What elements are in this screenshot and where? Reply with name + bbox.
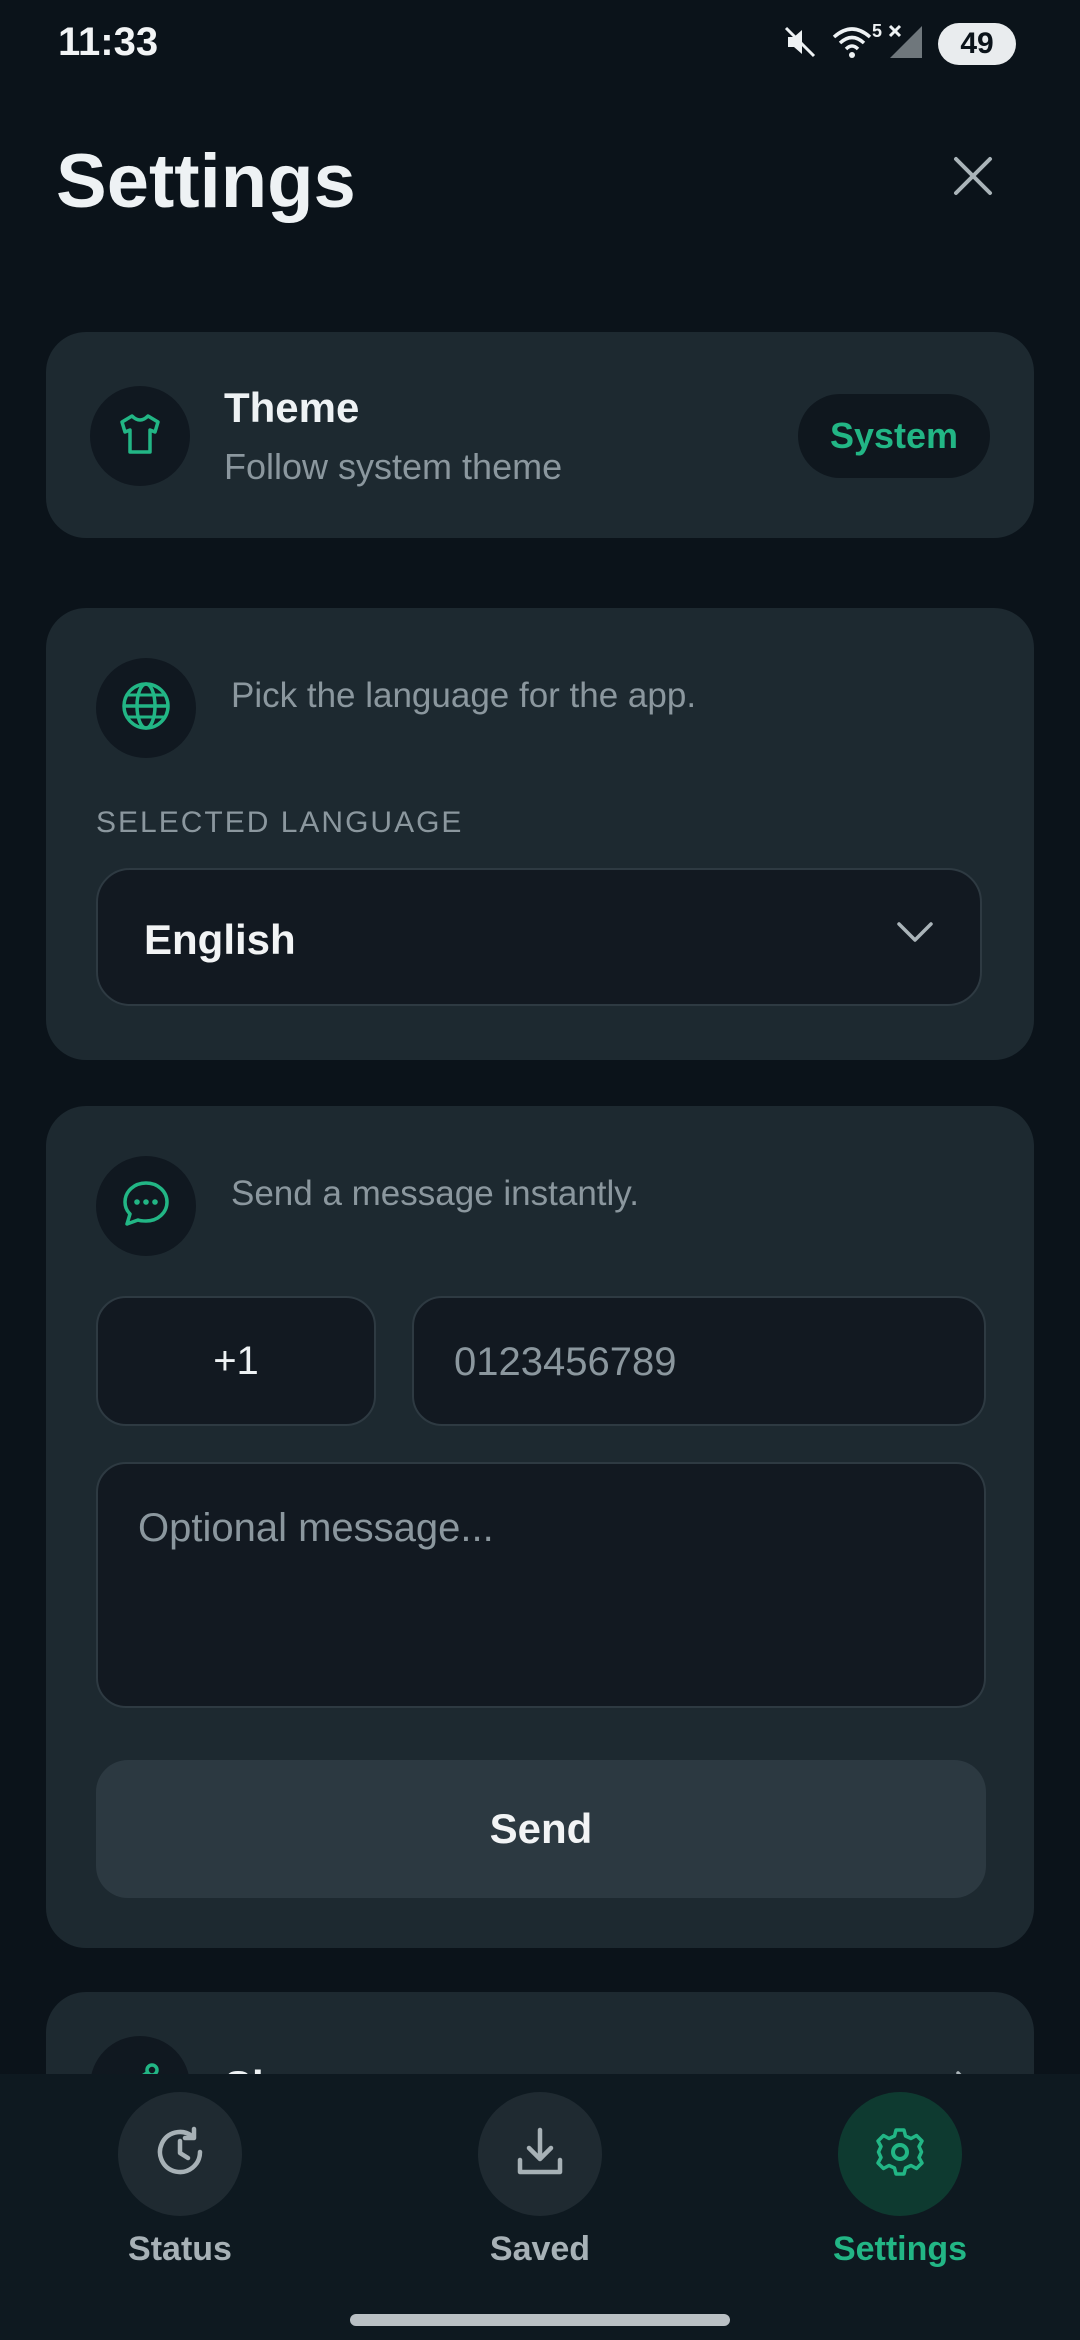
message-placeholder: Optional message...: [138, 1506, 494, 1550]
message-card: Send a message instantly. +1 0123456789 …: [46, 1106, 1034, 1948]
language-description: Pick the language for the app.: [231, 676, 697, 715]
phone-placeholder: 0123456789: [454, 1340, 677, 1384]
home-indicator[interactable]: [350, 2314, 730, 2326]
nav-saved-circle: [478, 2092, 602, 2216]
status-time: 11:33: [58, 20, 159, 64]
theme-value-button[interactable]: System: [798, 394, 990, 478]
nav-item-settings[interactable]: Settings: [780, 2092, 1020, 2292]
theme-icon-circle: [90, 386, 190, 486]
language-icon-circle: [96, 658, 196, 758]
bottom-nav: Status Saved Settings: [0, 2074, 1080, 2340]
nav-item-status[interactable]: Status: [60, 2092, 300, 2292]
wifi-icon: 5: [832, 21, 882, 64]
nav-settings-circle: [838, 2092, 962, 2216]
mute-icon: [782, 24, 818, 65]
history-icon: [152, 2124, 208, 2185]
phone-number-input[interactable]: 0123456789: [412, 1296, 986, 1426]
nav-saved-label: Saved: [489, 2230, 591, 2268]
chat-bubble-icon: [120, 1178, 172, 1235]
tshirt-icon: [116, 410, 164, 463]
battery-icon: 49: [938, 23, 1016, 65]
status-icons: 5 49: [782, 21, 1016, 66]
nav-status-circle: [118, 2092, 242, 2216]
country-code-field[interactable]: +1: [96, 1296, 376, 1426]
theme-subtitle: Follow system theme: [224, 446, 563, 487]
close-icon: [953, 156, 993, 201]
nav-status-label: Status: [128, 2230, 232, 2268]
signal-icon: [886, 24, 924, 65]
nav-item-saved[interactable]: Saved: [420, 2092, 660, 2292]
status-bar: 11:33 5 49: [0, 0, 1080, 90]
gear-icon: [872, 2124, 928, 2185]
language-card: Pick the language for the app. SELECTED …: [46, 608, 1034, 1060]
theme-card[interactable]: Theme Follow system theme System: [46, 332, 1034, 538]
message-icon-circle: [96, 1156, 196, 1256]
send-button[interactable]: Send: [96, 1760, 986, 1898]
message-input[interactable]: Optional message...: [96, 1462, 986, 1708]
language-dropdown[interactable]: English: [96, 868, 982, 1006]
theme-title: Theme: [224, 384, 360, 431]
chevron-down-icon: [896, 920, 934, 949]
language-section-label: SELECTED LANGUAGE: [96, 806, 464, 839]
globe-icon: [120, 680, 172, 737]
language-selected-value: English: [144, 916, 296, 963]
page-title: Settings: [56, 139, 356, 224]
wifi-label: 5: [871, 20, 882, 41]
message-description: Send a message instantly.: [231, 1174, 639, 1213]
close-button[interactable]: [940, 140, 1006, 216]
download-icon: [512, 2124, 568, 2185]
nav-settings-label: Settings: [832, 2230, 968, 2268]
